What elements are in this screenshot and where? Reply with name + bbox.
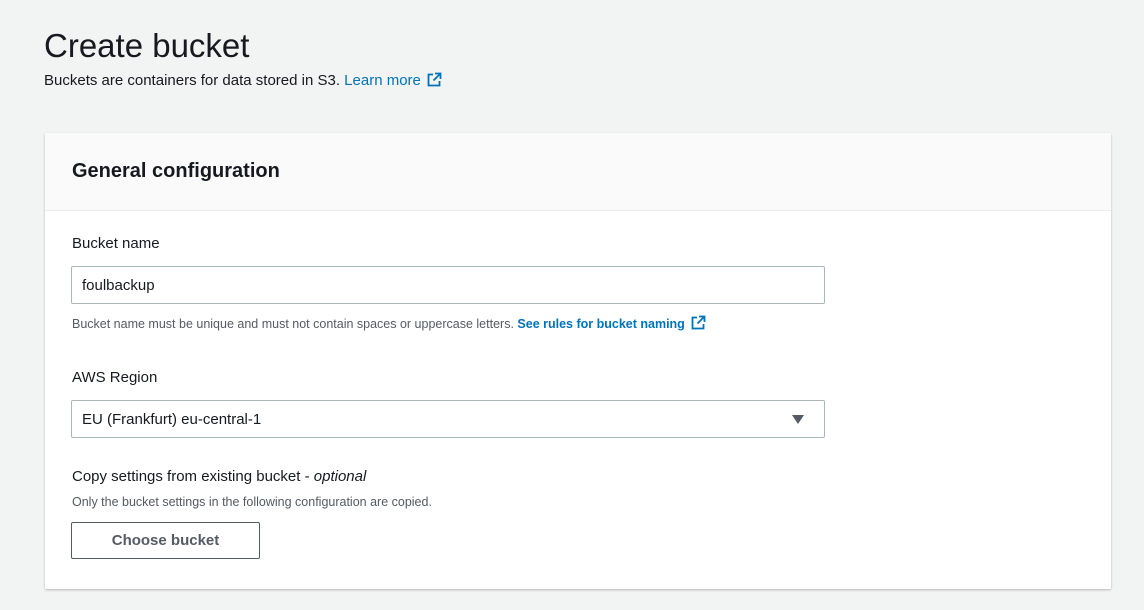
optional-label: optional: [313, 468, 367, 485]
page-title: Create bucket: [44, 27, 250, 64]
learn-more-link[interactable]: Learn more: [344, 72, 442, 89]
copy-settings-label-text: Copy settings from existing bucket -: [72, 468, 310, 485]
bucket-name-hint: Bucket name must be unique and must not …: [72, 315, 706, 335]
bucket-naming-rules-label: See rules for bucket naming: [517, 317, 685, 331]
bucket-name-input[interactable]: [71, 266, 825, 304]
general-configuration-panel: General configuration Bucket name Bucket…: [45, 133, 1111, 589]
page-header: Create bucket Buckets are containers for…: [44, 24, 442, 94]
learn-more-label: Learn more: [344, 72, 421, 89]
page: Create bucket Buckets are containers for…: [0, 0, 1144, 610]
bucket-name-label: Bucket name: [72, 235, 160, 252]
page-description-text: Buckets are containers for data stored i…: [44, 72, 340, 89]
aws-region-selected-value: EU (Frankfurt) eu-central-1: [82, 410, 262, 428]
external-link-icon: [691, 315, 706, 335]
page-description: Buckets are containers for data stored i…: [44, 70, 442, 94]
aws-region-select[interactable]: EU (Frankfurt) eu-central-1: [71, 400, 825, 438]
copy-settings-label: Copy settings from existing bucket - opt…: [72, 467, 366, 487]
aws-region-label: AWS Region: [72, 369, 158, 386]
bucket-name-hint-text: Bucket name must be unique and must not …: [72, 317, 514, 331]
copy-settings-description: Only the bucket settings in the followin…: [72, 495, 432, 509]
external-link-icon: [427, 72, 442, 94]
panel-header: General configuration: [45, 133, 1111, 211]
panel-title: General configuration: [72, 160, 280, 182]
bucket-naming-rules-link[interactable]: See rules for bucket naming: [517, 315, 706, 331]
choose-bucket-button[interactable]: Choose bucket: [71, 522, 260, 559]
caret-down-icon: [792, 414, 804, 424]
